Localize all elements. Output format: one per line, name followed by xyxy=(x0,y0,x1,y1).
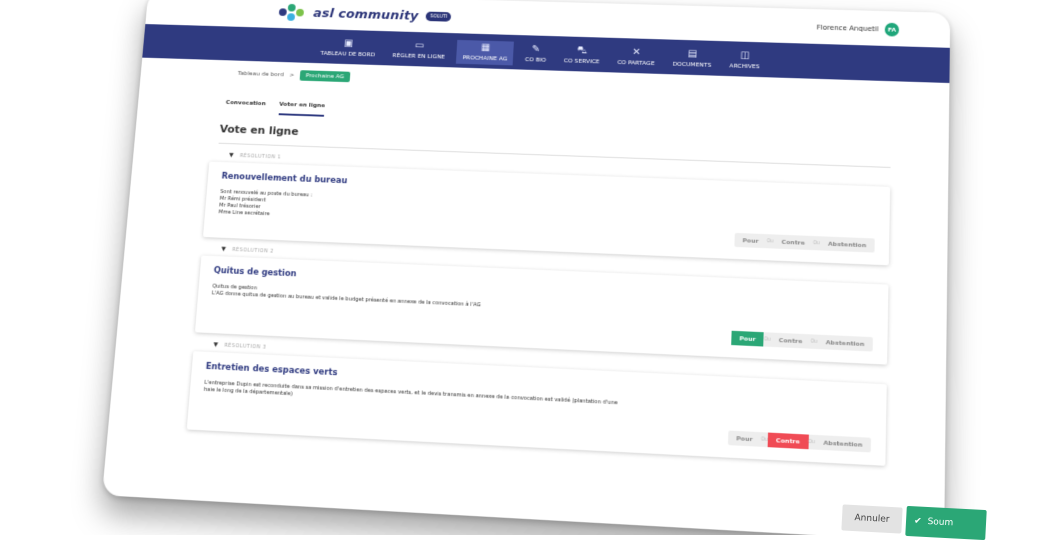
caret-down-icon: ▼ xyxy=(229,152,234,159)
folder-icon: ▤ xyxy=(687,50,697,60)
nav-label: CO BIO xyxy=(525,56,546,63)
nav-item-pay[interactable]: ▭ RÉGLER EN LIGNE xyxy=(386,38,452,64)
user-name: Florence Anquetil xyxy=(817,24,879,33)
calendar-icon: ▦ xyxy=(481,43,491,53)
archive-icon: ◫ xyxy=(740,51,750,61)
vote-contre-button[interactable]: Contre xyxy=(767,433,808,450)
caret-down-icon: ▼ xyxy=(213,341,219,348)
caret-down-icon: ▼ xyxy=(221,246,227,253)
app-window: asl community SOLUTI Florence Anquetil F… xyxy=(102,0,950,535)
nav-item-co-bio[interactable]: ✎ CO BIO xyxy=(519,42,553,67)
vote-contre-button[interactable]: Contre xyxy=(773,234,813,250)
nav-item-next-ag[interactable]: ▦ PROCHAINE AG xyxy=(456,40,514,66)
submit-label: Soum xyxy=(927,517,953,528)
vote-contre-button[interactable]: Contre xyxy=(770,333,811,349)
user-menu[interactable]: Florence Anquetil FA xyxy=(817,21,900,37)
vote-selector: Pour Ou Contre Ou Abstention xyxy=(731,331,873,352)
nav-label: CO PARTAGE xyxy=(617,59,655,67)
resolution-text: Sont renouvelé au poste du bureau : Mr R… xyxy=(218,189,634,233)
nav-item-co-partage[interactable]: ✕ CO PARTAGE xyxy=(611,45,661,71)
nav-label: PROCHAINE AG xyxy=(462,54,507,62)
nav-item-documents[interactable]: ▤ DOCUMENTS xyxy=(666,46,718,72)
vote-pour-button[interactable]: Pour xyxy=(731,331,764,347)
breadcrumb-separator: > xyxy=(289,72,294,79)
leaf-icon: ✎ xyxy=(532,45,541,55)
resolution-number: RÉSOLUTION 2 xyxy=(232,247,274,255)
app-badge: SOLUTI xyxy=(426,12,452,22)
tab-convocation[interactable]: Convocation xyxy=(225,99,266,115)
nav-label: ARCHIVES xyxy=(729,63,760,71)
avatar: FA xyxy=(885,23,899,37)
main-content: Tableau de bord > Prochaine AG Convocati… xyxy=(108,58,949,469)
check-icon: ✔ xyxy=(914,516,922,526)
resolution-number: RÉSOLUTION 1 xyxy=(240,153,282,160)
tab-voter-en-ligne[interactable]: Voter en ligne xyxy=(278,101,325,117)
credit-card-icon: ▭ xyxy=(414,41,424,51)
app-name: asl community xyxy=(313,6,419,23)
app-logo[interactable]: asl community SOLUTI xyxy=(278,4,451,26)
resolution-number: RÉSOLUTION 3 xyxy=(224,342,267,350)
vote-pour-button[interactable]: Pour xyxy=(734,233,767,248)
dashboard-icon: ▣ xyxy=(344,39,354,49)
breadcrumb-home[interactable]: Tableau de bord xyxy=(238,70,284,78)
nav-item-co-service[interactable]: ⛍ CO SERVICE xyxy=(558,43,607,68)
breadcrumb-current: Prochaine AG xyxy=(300,70,351,82)
vote-selector: Pour Ou Contre Ou Abstention xyxy=(728,431,871,453)
vote-abstention-button[interactable]: Abstention xyxy=(820,236,875,252)
logo-icon xyxy=(278,4,306,22)
cancel-button[interactable]: Annuler xyxy=(841,504,902,533)
nav-item-dashboard[interactable]: ▣ TABLEAU DE BORD xyxy=(314,36,382,62)
tools-icon: ✕ xyxy=(632,48,641,58)
vote-selector: Pour Ou Contre Ou Abstention xyxy=(734,233,875,253)
nav-item-archives[interactable]: ◫ ARCHIVES xyxy=(723,48,766,73)
nav-label: CO SERVICE xyxy=(564,57,600,65)
nav-label: DOCUMENTS xyxy=(672,61,711,69)
nav-label: RÉGLER EN LIGNE xyxy=(392,52,445,60)
scene: asl community SOLUTI Florence Anquetil F… xyxy=(0,0,1051,535)
vote-abstention-button[interactable]: Abstention xyxy=(815,435,871,453)
vote-pour-button[interactable]: Pour xyxy=(728,431,762,447)
vote-abstention-button[interactable]: Abstention xyxy=(817,335,873,352)
car-icon: ⛍ xyxy=(577,46,588,56)
nav-label: TABLEAU DE BORD xyxy=(320,50,375,58)
